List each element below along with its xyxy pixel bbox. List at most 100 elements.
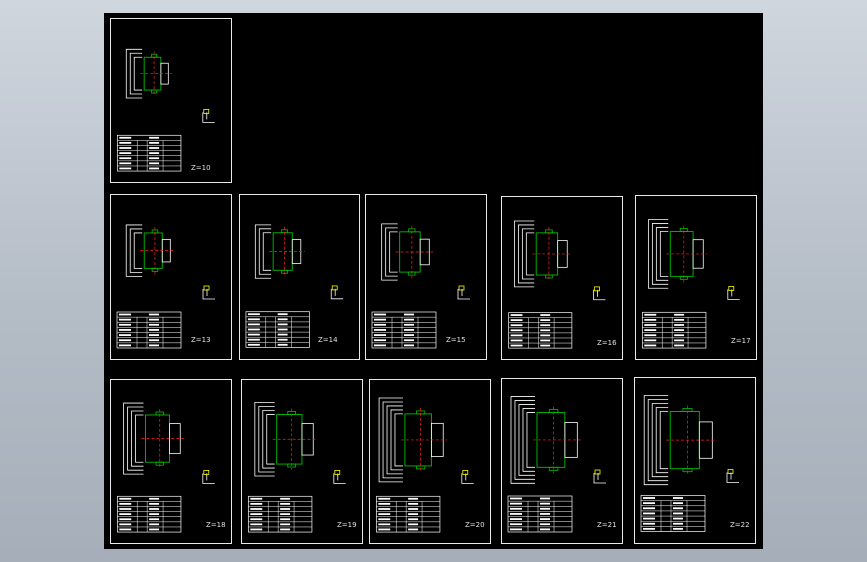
table-glyph	[510, 319, 523, 322]
table-glyph	[643, 512, 655, 515]
table-glyph	[673, 502, 683, 505]
table-glyph	[149, 334, 159, 336]
drawing-sheet-z20[interactable]: Z=20	[369, 379, 491, 544]
table-glyph	[643, 527, 655, 530]
finish-symbol-box	[203, 285, 210, 291]
table-glyph	[250, 523, 263, 526]
step-outline	[123, 402, 144, 475]
table-glyph	[408, 518, 419, 521]
drawing-sheet-z18[interactable]: Z=18	[110, 379, 232, 544]
sheet-label: Z=13	[191, 336, 211, 344]
sheet-label: Z=18	[206, 521, 226, 529]
table-glyph	[119, 136, 132, 139]
table-glyph	[673, 497, 683, 499]
table-glyph	[378, 513, 391, 516]
table-glyph	[149, 162, 160, 165]
table-glyph	[510, 339, 523, 342]
table-glyph	[540, 314, 551, 316]
table-glyph	[119, 167, 132, 170]
table-glyph	[378, 523, 391, 526]
finish-symbol	[202, 112, 215, 123]
table-glyph	[149, 136, 160, 139]
drawing-sheet-z10[interactable]: Z=10	[110, 18, 232, 183]
table-glyph	[119, 141, 132, 144]
drawing-sheet-z13[interactable]: Z=13	[110, 194, 232, 360]
table-glyph	[674, 318, 685, 321]
sheet-label: Z=16	[597, 339, 617, 347]
table-glyph	[119, 344, 131, 347]
table-glyph	[280, 502, 291, 505]
table-glyph	[374, 334, 386, 336]
table-glyph	[510, 523, 522, 526]
table-glyph	[673, 522, 683, 525]
drawing-sheet-z16[interactable]: Z=16	[501, 196, 623, 360]
table-glyph	[404, 339, 414, 342]
table-glyph	[673, 517, 683, 520]
table-glyph	[510, 513, 522, 515]
table-glyph	[280, 528, 291, 531]
gear-drawing	[641, 219, 740, 349]
table-glyph	[510, 344, 523, 347]
table-glyph	[643, 507, 655, 510]
gear-drawing	[640, 395, 739, 532]
table-glyph	[119, 339, 131, 342]
table-glyph	[643, 517, 655, 520]
table-glyph	[510, 324, 523, 327]
table-glyph	[643, 522, 655, 525]
table-glyph	[510, 518, 522, 520]
table-glyph	[378, 508, 391, 510]
step-outline	[254, 402, 275, 477]
drawing-sheet-z19[interactable]: Z=19	[241, 379, 363, 544]
table-glyph	[149, 313, 159, 316]
table-glyph	[277, 338, 288, 341]
table-glyph	[149, 147, 160, 149]
drawing-canvas[interactable]: Z=10 Z=13 Z=14 Z=15 Z=16 Z=17 Z=18 Z=19 …	[104, 13, 763, 549]
table-glyph	[149, 141, 160, 144]
table-glyph	[247, 323, 260, 326]
finish-symbol-box	[334, 470, 341, 475]
table-glyph	[149, 323, 159, 326]
table-glyph	[149, 167, 160, 170]
gear-drawing	[371, 223, 470, 349]
table-glyph	[149, 318, 159, 321]
table-glyph	[408, 523, 419, 526]
table-glyph	[247, 343, 260, 346]
table-glyph	[149, 502, 160, 505]
table-glyph	[119, 329, 131, 331]
table-glyph	[247, 333, 260, 336]
finish-symbol	[202, 289, 215, 300]
drawing-sheet-z21[interactable]: Z=21	[501, 378, 623, 544]
finish-symbol	[727, 289, 740, 300]
gear-drawing	[245, 224, 344, 348]
table-glyph	[280, 523, 291, 526]
sheet-label: Z=22	[730, 521, 750, 529]
table-glyph	[644, 318, 657, 321]
table-glyph	[119, 313, 131, 316]
table-glyph	[540, 518, 550, 520]
finish-symbol	[726, 472, 739, 483]
table-glyph	[149, 508, 160, 510]
table-glyph	[674, 334, 685, 337]
table-glyph	[280, 497, 291, 500]
drawing-sheet-z22[interactable]: Z=22	[634, 377, 756, 544]
table-glyph	[149, 513, 160, 516]
finish-symbol-box	[203, 470, 210, 475]
table-glyph	[644, 344, 657, 347]
table-glyph	[149, 528, 160, 531]
table-glyph	[280, 513, 291, 516]
table-glyph	[149, 523, 160, 526]
table-glyph	[149, 497, 160, 500]
drawing-sheet-z17[interactable]: Z=17	[635, 195, 757, 360]
table-glyph	[674, 313, 685, 316]
table-glyph	[540, 344, 551, 347]
finish-symbol	[593, 473, 606, 484]
drawing-sheet-z14[interactable]: Z=14	[239, 194, 360, 360]
drawing-sheet-z15[interactable]: Z=15	[365, 194, 487, 360]
finish-symbol	[461, 473, 474, 484]
table-glyph	[644, 313, 657, 316]
table-glyph	[404, 344, 414, 347]
finish-symbol-box	[594, 469, 601, 475]
table-glyph	[510, 507, 522, 510]
table-glyph	[247, 313, 260, 316]
sheet-label: Z=19	[337, 521, 357, 529]
